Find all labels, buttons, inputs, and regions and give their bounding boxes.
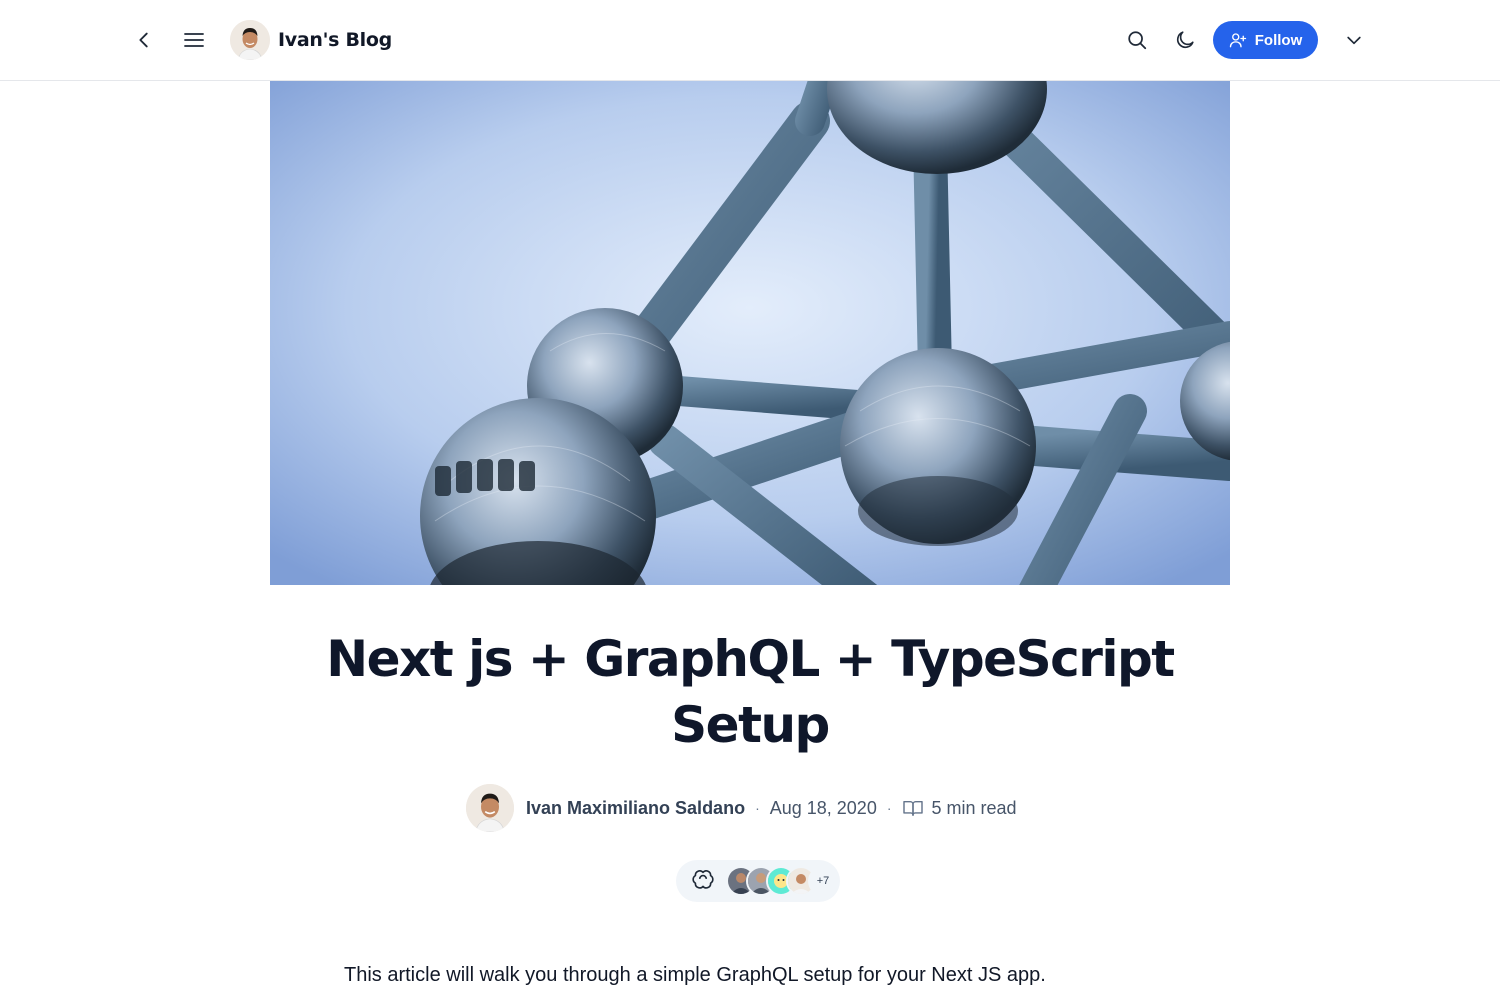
reactions-pill[interactable]: +7 [676, 860, 840, 902]
theme-toggle-button[interactable] [1165, 20, 1205, 60]
top-navbar: Ivan's Blog Follow [0, 0, 1500, 81]
menu-button[interactable] [174, 20, 214, 60]
article-meta: Ivan Maximiliano Saldano · Aug 18, 2020 … [466, 784, 1017, 832]
article-intro: This article will walk you through a sim… [344, 964, 1046, 986]
moon-icon [1176, 31, 1194, 49]
hamburger-menu-icon [184, 33, 204, 47]
reaction-avatars: +7 [726, 866, 838, 896]
author-avatar[interactable] [466, 784, 514, 832]
article-title: Next js + GraphQL + TypeScript Setup [326, 630, 1175, 754]
follow-label: Follow [1254, 31, 1303, 49]
more-options-button[interactable] [1334, 20, 1374, 60]
publish-date: Aug 18, 2020 [769, 797, 877, 818]
search-icon [1128, 31, 1147, 50]
book-open-icon [902, 800, 923, 816]
chevron-left-icon [139, 32, 148, 48]
search-button[interactable] [1117, 20, 1157, 60]
read-time: 5 min read [902, 798, 1017, 819]
read-time-label: 5 min read [931, 797, 1017, 818]
cover-image [270, 81, 1230, 585]
reaction-icon [692, 870, 714, 889]
meta-separator: · [886, 800, 892, 816]
reactions-more-count: +7 [808, 866, 838, 896]
follow-button[interactable]: Follow [1213, 21, 1318, 59]
user-plus-icon [1229, 33, 1246, 48]
author-name-link[interactable]: Ivan Maximiliano Saldano [526, 798, 745, 819]
back-button[interactable] [124, 20, 164, 60]
blog-avatar [230, 20, 270, 60]
chevron-down-icon [1347, 36, 1361, 45]
meta-separator: · [755, 800, 760, 816]
blog-title: Ivan's Blog [278, 29, 392, 51]
blog-brand-link[interactable]: Ivan's Blog [230, 20, 392, 60]
